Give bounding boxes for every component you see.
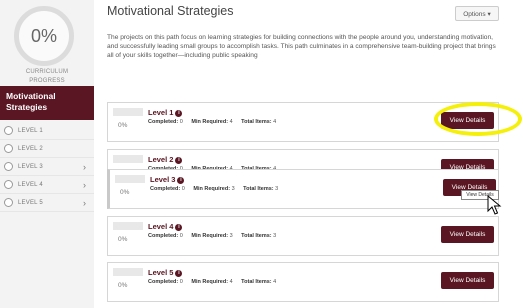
min-required-label: Min Required: xyxy=(191,119,229,125)
completed-label: Completed: xyxy=(148,119,179,125)
level-title: Level 4i xyxy=(148,222,183,231)
radio-circle-icon xyxy=(4,126,13,135)
sidebar-item-level-4[interactable]: LEVEL 4 › xyxy=(0,176,94,194)
sidebar-item-label: LEVEL 2 xyxy=(18,145,43,152)
level-title: Level 3i xyxy=(150,175,185,184)
level-progress-bar xyxy=(113,155,143,163)
level-percent: 0% xyxy=(120,189,130,196)
path-description: The projects on this path focus on learn… xyxy=(107,34,496,60)
curriculum-progress-caption: CURRICULUM PROGRESS xyxy=(0,68,94,86)
level-title: Level 2i xyxy=(148,155,183,164)
min-required-label: Min Required: xyxy=(191,279,229,285)
active-path-label-line1: Motivational xyxy=(6,91,56,101)
mouse-cursor-icon xyxy=(487,195,502,215)
completed-value: 0 xyxy=(179,279,183,285)
radio-circle-icon xyxy=(4,180,13,189)
min-required-label: Min Required: xyxy=(193,186,231,192)
radio-circle-icon xyxy=(4,198,13,207)
sidebar-item-label: LEVEL 1 xyxy=(18,127,43,134)
min-required-value: 4 xyxy=(229,119,233,125)
curriculum-progress-ring: 0% xyxy=(14,6,74,66)
sidebar: 0% CURRICULUM PROGRESS Motivational Stra… xyxy=(0,0,94,308)
info-icon[interactable]: i xyxy=(177,177,185,184)
info-icon[interactable]: i xyxy=(175,157,183,164)
progress-caption-line1: CURRICULUM xyxy=(25,69,69,75)
level-card-5: 0% Level 5i Completed: 0 Min Required: 4… xyxy=(107,262,499,302)
total-items-label: Total Items: xyxy=(241,119,272,125)
completed-label: Completed: xyxy=(148,233,179,239)
sidebar-item-motivational-strategies[interactable]: Motivational Strategies xyxy=(0,86,94,120)
level-progress-bar xyxy=(113,222,143,230)
options-dropdown-button[interactable]: Options ▾ xyxy=(455,6,499,21)
level-progress-bar xyxy=(115,175,145,183)
sidebar-item-label: LEVEL 4 xyxy=(18,181,43,188)
min-required-value: 4 xyxy=(229,279,233,285)
level-percent: 0% xyxy=(118,282,128,289)
progress-caption-line2: PROGRESS xyxy=(29,78,65,84)
completed-value: 0 xyxy=(179,119,183,125)
sidebar-item-label: LEVEL 3 xyxy=(18,163,43,170)
level-title-text: Level 3 xyxy=(150,175,176,184)
info-icon[interactable]: i xyxy=(175,110,183,117)
total-items-value: 3 xyxy=(275,186,279,192)
total-items-label: Total Items: xyxy=(241,233,272,239)
total-items-value: 4 xyxy=(273,119,277,125)
view-details-button[interactable]: View Details xyxy=(441,226,494,243)
view-details-button[interactable]: View Details xyxy=(441,272,494,289)
level-title: Level 5i xyxy=(148,268,183,277)
level-percent: 0% xyxy=(118,236,128,243)
level-stats: Completed: 0 Min Required: 4 Total Items… xyxy=(148,279,283,285)
active-path-label-line2: Strategies xyxy=(6,102,48,112)
level-title: Level 1i xyxy=(148,108,183,117)
min-required-value: 3 xyxy=(231,186,235,192)
min-required-value: 3 xyxy=(229,233,233,239)
total-items-value: 4 xyxy=(273,279,277,285)
info-icon[interactable]: i xyxy=(175,224,183,231)
completed-value: 0 xyxy=(179,233,183,239)
sidebar-item-label: LEVEL 5 xyxy=(18,199,43,206)
total-items-label: Total Items: xyxy=(243,186,274,192)
level-title-text: Level 1 xyxy=(148,108,174,117)
curriculum-progress-value: 0% xyxy=(30,25,57,46)
level-card-4: 0% Level 4i Completed: 0 Min Required: 3… xyxy=(107,216,499,256)
chevron-right-icon: › xyxy=(83,198,86,208)
chevron-right-icon: › xyxy=(83,162,86,172)
radio-circle-icon xyxy=(4,162,13,171)
level-title-text: Level 5 xyxy=(148,268,174,277)
completed-label: Completed: xyxy=(150,186,181,192)
sidebar-item-level-2[interactable]: LEVEL 2 xyxy=(0,140,94,158)
level-nav-list: LEVEL 1 LEVEL 2 LEVEL 3 › LEVEL 4 › LEVE… xyxy=(0,122,94,212)
page-title: Motivational Strategies xyxy=(107,4,234,18)
info-icon[interactable]: i xyxy=(175,270,183,277)
sidebar-item-level-3[interactable]: LEVEL 3 › xyxy=(0,158,94,176)
level-card-3-content: 0% Level 3i Completed: 0 Min Required: 3… xyxy=(107,169,499,209)
sidebar-item-level-1[interactable]: LEVEL 1 xyxy=(0,122,94,140)
sidebar-item-level-5[interactable]: LEVEL 5 › xyxy=(0,194,94,212)
level-title-text: Level 2 xyxy=(148,155,174,164)
yellow-highlight-annotation xyxy=(434,102,522,136)
level-stats: Completed: 0 Min Required: 3 Total Items… xyxy=(150,186,285,192)
level-percent: 0% xyxy=(118,122,128,129)
level-title-text: Level 4 xyxy=(148,222,174,231)
level-stats: Completed: 0 Min Required: 4 Total Items… xyxy=(148,119,283,125)
level-progress-bar xyxy=(113,268,143,276)
level-progress-bar xyxy=(113,108,143,116)
completed-value: 0 xyxy=(181,186,185,192)
total-items-value: 3 xyxy=(273,233,277,239)
min-required-label: Min Required: xyxy=(191,233,229,239)
total-items-label: Total Items: xyxy=(241,279,272,285)
completed-label: Completed: xyxy=(148,279,179,285)
level-stats: Completed: 0 Min Required: 3 Total Items… xyxy=(148,233,283,239)
radio-circle-icon xyxy=(4,144,13,153)
chevron-right-icon: › xyxy=(83,180,86,190)
